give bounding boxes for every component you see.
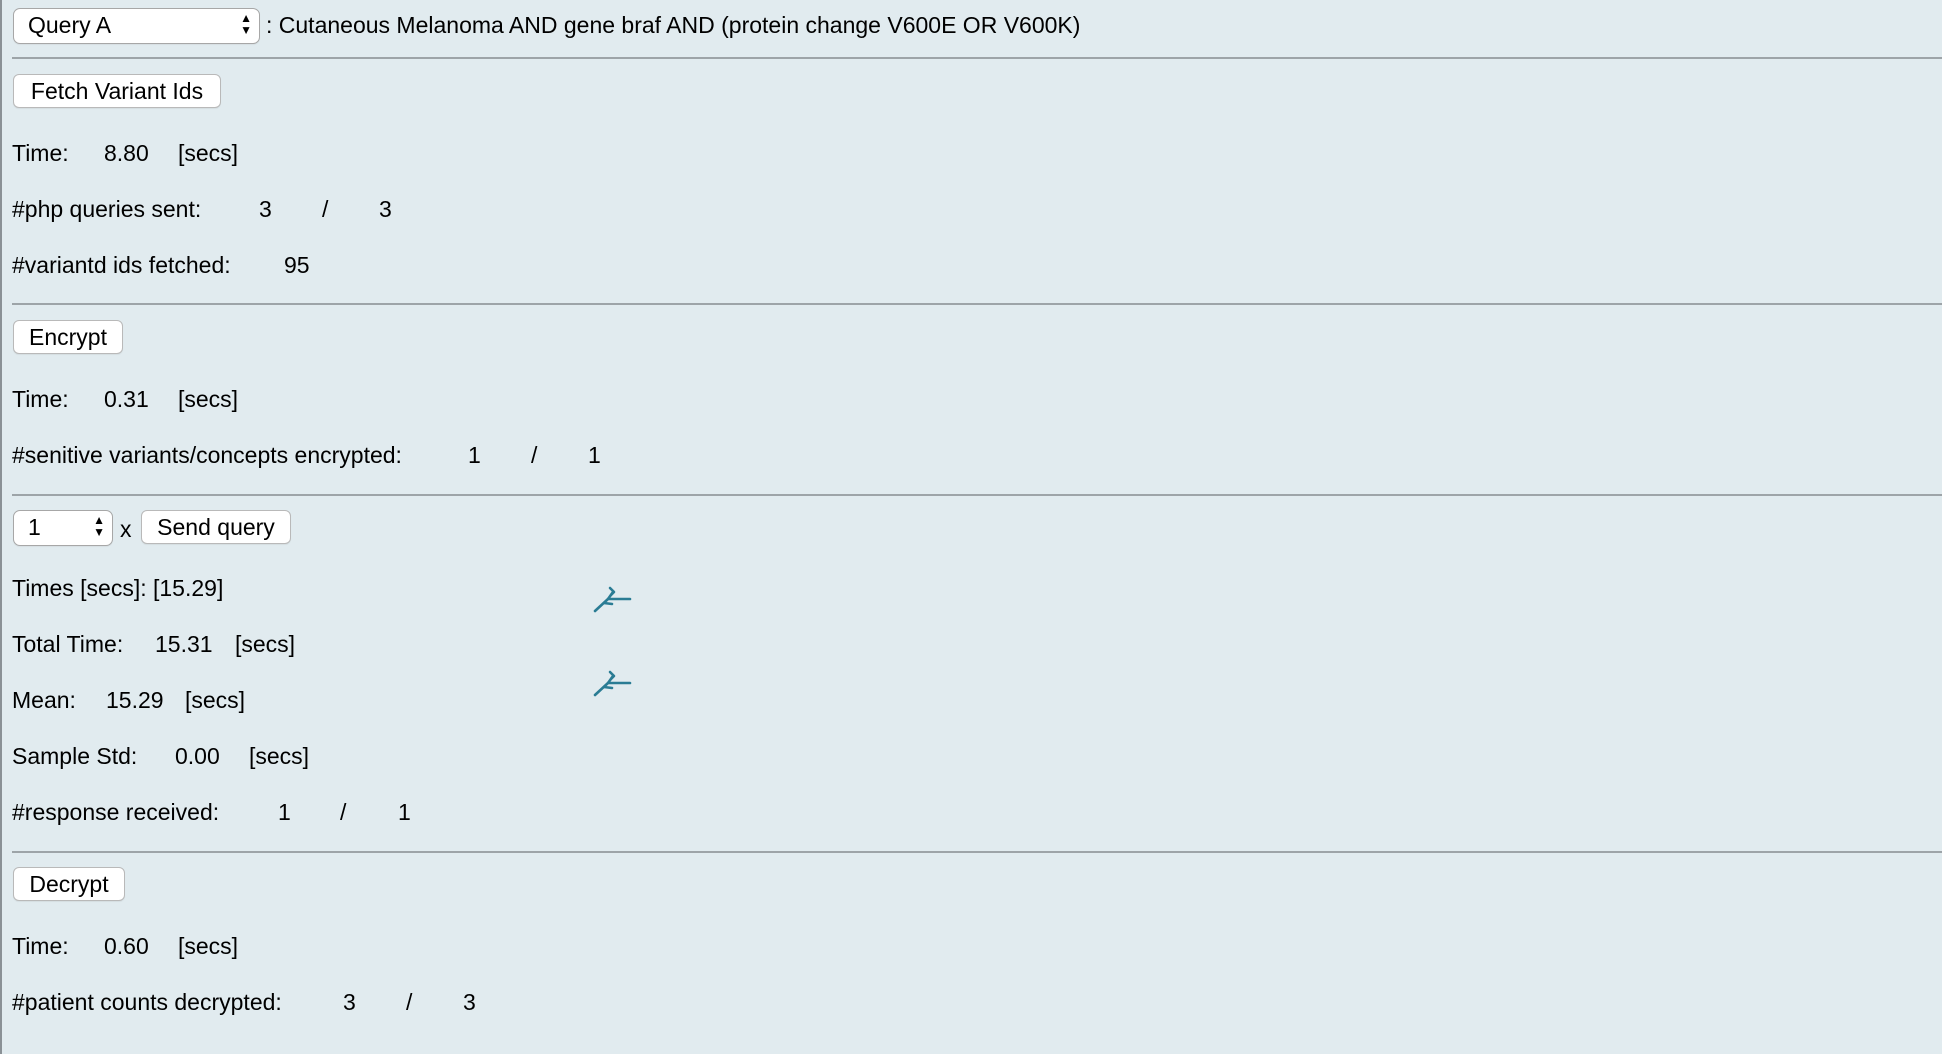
php-queries-label: #php queries sent:	[12, 196, 202, 222]
total-time-value: 15.31	[155, 631, 213, 657]
php-queries-done: 3	[259, 196, 272, 222]
patient-counts-label: #patient counts decrypted:	[12, 989, 282, 1015]
send-query-button[interactable]: Send query	[141, 510, 291, 544]
total-time-label: Total Time:	[12, 631, 124, 657]
total-time-unit: [secs]	[235, 631, 296, 657]
query-select-value: Query A	[28, 12, 112, 38]
divider	[12, 494, 1942, 496]
fetch-variant-ids-button[interactable]: Fetch Variant Ids	[13, 74, 221, 108]
sample-std-label: Sample Std:	[12, 743, 138, 769]
decrypt-button[interactable]: Decrypt	[13, 867, 125, 901]
divider	[12, 851, 1942, 853]
variant-ids-label: #variantd ids fetched:	[12, 252, 231, 278]
sensitive-encrypted-done: 1	[468, 442, 481, 468]
sensitive-encrypted-label: #senitive variants/concepts encrypted:	[12, 442, 402, 468]
updown-arrows-icon: ▲ ▼	[93, 513, 105, 539]
window-left-edge	[0, 0, 2, 1054]
times-list: Times [secs]: [15.29]	[12, 575, 224, 601]
encrypt-button[interactable]: Encrypt	[13, 320, 123, 354]
sensitive-encrypted-total: 1	[588, 442, 601, 468]
updown-arrows-icon: ▲ ▼	[240, 11, 252, 37]
sensitive-encrypted-sep: /	[531, 442, 538, 468]
mean-value: 15.29	[106, 687, 164, 713]
patient-counts-total: 3	[463, 989, 476, 1015]
mean-unit: [secs]	[185, 687, 246, 713]
decrypt-time-unit: [secs]	[178, 933, 239, 959]
divider	[12, 303, 1942, 305]
gazelle-icon	[593, 586, 632, 613]
mean-label: Mean:	[12, 687, 76, 713]
fetch-time-unit: [secs]	[178, 140, 239, 166]
response-received-done: 1	[278, 799, 291, 825]
query-select[interactable]: Query A ▲ ▼	[13, 8, 260, 44]
variant-ids-value: 95	[284, 252, 310, 278]
gazelle-icon	[593, 670, 632, 697]
patient-counts-done: 3	[343, 989, 356, 1015]
repeat-count-value: 1	[28, 514, 41, 540]
query-description: : Cutaneous Melanoma AND gene braf AND (…	[266, 12, 1081, 38]
patient-counts-sep: /	[406, 989, 413, 1015]
encrypt-time-label: Time:	[12, 386, 69, 412]
response-received-total: 1	[398, 799, 411, 825]
decrypt-time-value: 0.60	[104, 933, 149, 959]
divider	[12, 57, 1942, 59]
fetch-time-value: 8.80	[104, 140, 149, 166]
sample-std-unit: [secs]	[249, 743, 310, 769]
times-sign: x	[120, 516, 132, 542]
response-received-sep: /	[340, 799, 347, 825]
php-queries-sep: /	[322, 196, 329, 222]
decrypt-time-label: Time:	[12, 933, 69, 959]
encrypt-time-unit: [secs]	[178, 386, 239, 412]
sample-std-value: 0.00	[175, 743, 220, 769]
php-queries-total: 3	[379, 196, 392, 222]
response-received-label: #response received:	[12, 799, 220, 825]
fetch-time-label: Time:	[12, 140, 69, 166]
repeat-count-select[interactable]: 1 ▲ ▼	[13, 510, 113, 546]
encrypt-time-value: 0.31	[104, 386, 149, 412]
